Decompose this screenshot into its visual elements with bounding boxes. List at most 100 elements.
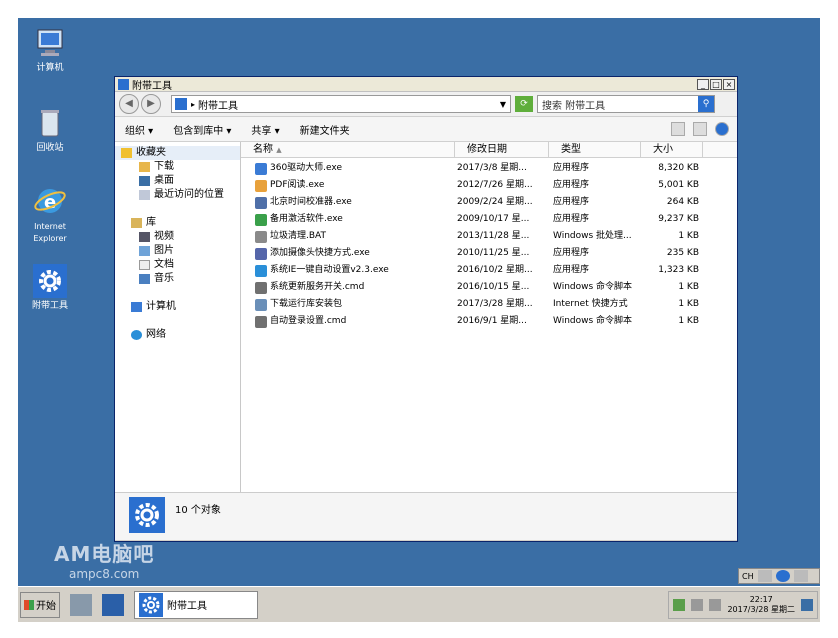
file-size-cell: 264 KB <box>666 197 699 207</box>
address-bar-row: ◀ ▶ ▸ 附带工具 ▼ ⟳ 搜索 附带工具 ⚲ <box>115 92 737 117</box>
back-button[interactable]: ◀ <box>119 94 139 114</box>
include-in-library-menu[interactable]: 包含到库中 ▾ <box>173 122 231 137</box>
file-icon <box>255 264 267 277</box>
maximize-button[interactable]: □ <box>710 78 722 90</box>
table-row[interactable]: 北京时间校准器.exe 2009/2/24 星期... 应用程序 264 KB <box>241 194 737 211</box>
security-icon[interactable] <box>673 598 686 611</box>
file-type-cell: 应用程序 <box>553 214 590 224</box>
table-row[interactable]: 添加摄像头快捷方式.exe 2010/11/25 星... 应用程序 235 KB <box>241 245 737 262</box>
nav-computer[interactable]: 计算机 <box>115 300 240 314</box>
table-row[interactable]: PDF阅读.exe 2012/7/26 星期... 应用程序 5,001 KB <box>241 177 737 194</box>
desktop-folder-icon <box>139 176 150 186</box>
preview-pane-icon[interactable] <box>693 122 707 136</box>
file-size-cell: 8,320 KB <box>658 163 699 173</box>
file-date-cell: 2013/11/28 星... <box>457 231 530 241</box>
start-button[interactable]: 开始 <box>20 591 60 618</box>
new-folder-button[interactable]: 新建文件夹 <box>300 122 350 137</box>
minimize-button[interactable]: _ <box>697 78 709 90</box>
address-bar[interactable]: ▸ 附带工具 ▼ <box>171 95 511 113</box>
video-icon <box>139 232 150 242</box>
table-row[interactable]: 系统IE一键自动设置v2.3.exe 2016/10/2 星期... 应用程序 1,3… <box>241 262 737 279</box>
file-name-cell: 下载运行库安装包 <box>241 296 455 313</box>
file-name-cell: 垃圾清理.BAT <box>241 228 455 245</box>
organize-menu[interactable]: 组织 ▾ <box>125 122 153 137</box>
watermark: AM电脑吧 ampc8.com <box>54 538 154 581</box>
column-size[interactable]: 大小 <box>641 142 703 157</box>
system-tray: 22:17 2017/3/28 星期二 <box>668 590 818 619</box>
column-name[interactable]: 名称 ▲ <box>241 142 455 157</box>
share-menu[interactable]: 共享 ▾ <box>251 122 279 137</box>
file-date-cell: 2009/10/17 星... <box>457 214 530 224</box>
table-row[interactable]: 备用激活软件.exe 2009/10/17 星... 应用程序 9,237 KB <box>241 211 737 228</box>
title-bar[interactable]: 附带工具 _ □ × <box>115 77 737 92</box>
help-icon[interactable] <box>775 570 790 582</box>
chevron-down-icon[interactable]: ▼ <box>500 100 506 109</box>
file-type-cell: 应用程序 <box>553 248 590 258</box>
file-type-cell: Windows 命令脚本 <box>553 282 633 292</box>
file-date-cell: 2016/10/15 星... <box>457 282 530 292</box>
file-icon <box>255 162 267 175</box>
file-date-cell: 2017/3/28 星期... <box>457 299 533 309</box>
desktop-icon-tools[interactable]: 附带工具 <box>18 264 82 312</box>
column-type[interactable]: 类型 <box>549 142 641 157</box>
nav-music[interactable]: 音乐 <box>115 272 240 286</box>
file-type-cell: 应用程序 <box>553 197 590 207</box>
volume-icon[interactable] <box>709 598 722 611</box>
file-list: 名称 ▲ 修改日期 类型 大小 360驱动大师.exe 2017/3/8 星期..… <box>241 142 737 492</box>
forward-button[interactable]: ▶ <box>141 94 161 114</box>
taskbar-item-label: 附带工具 <box>167 601 207 612</box>
nav-pictures[interactable]: 图片 <box>115 244 240 258</box>
table-row[interactable]: 360驱动大师.exe 2017/3/8 星期... 应用程序 8,320 KB <box>241 160 737 177</box>
nav-library[interactable]: 库 <box>115 216 240 230</box>
desktop-icon-computer[interactable]: 计算机 <box>18 26 82 74</box>
folder-gear-icon <box>175 98 187 110</box>
help-icon[interactable] <box>715 122 729 136</box>
options-icon[interactable] <box>793 570 808 582</box>
table-row[interactable]: 系统更新服务开关.cmd 2016/10/15 星... Windows 命令脚本 1… <box>241 279 737 296</box>
nav-favorites[interactable]: 收藏夹 <box>115 146 240 160</box>
file-size-cell: 9,237 KB <box>658 214 699 224</box>
search-icon[interactable]: ⚲ <box>698 96 714 112</box>
keyboard-icon[interactable] <box>757 570 772 582</box>
refresh-button[interactable]: ⟳ <box>515 96 533 112</box>
file-icon <box>255 247 267 260</box>
computer-icon <box>131 302 142 312</box>
windows-logo-icon <box>24 599 34 610</box>
nav-recent[interactable]: 最近访问的位置 <box>115 188 240 202</box>
documents-icon <box>139 260 150 270</box>
nav-downloads[interactable]: 下载 <box>115 160 240 174</box>
column-header: 名称 ▲ 修改日期 类型 大小 <box>241 142 737 158</box>
file-icon <box>255 315 267 328</box>
nav-desktop[interactable]: 桌面 <box>115 174 240 188</box>
recent-places-icon <box>139 190 150 200</box>
network-icon[interactable] <box>691 598 704 611</box>
close-button[interactable]: × <box>723 78 735 90</box>
file-type-cell: 应用程序 <box>553 265 590 275</box>
view-options-icon[interactable] <box>671 122 685 136</box>
language-bar[interactable]: CH <box>738 568 820 584</box>
recycle-bin-icon <box>33 106 67 140</box>
desktop-icon-ie[interactable]: e Internet Explorer <box>18 184 82 245</box>
search-input[interactable]: 搜索 附带工具 ⚲ <box>537 95 715 113</box>
file-size-cell: 5,001 KB <box>658 180 699 190</box>
file-size-cell: 1 KB <box>678 299 699 309</box>
desktop-icon-recycle-bin[interactable]: 回收站 <box>18 106 82 154</box>
taskbar-item-tools[interactable]: 附带工具 <box>134 590 258 619</box>
nav-videos[interactable]: 视频 <box>115 230 240 244</box>
column-date[interactable]: 修改日期 <box>455 142 549 157</box>
table-row[interactable]: 下载运行库安装包 2017/3/28 星期... Internet 快捷方式 1 KB <box>241 296 737 313</box>
nav-documents[interactable]: 文档 <box>115 258 240 272</box>
clock[interactable]: 22:17 2017/3/28 星期二 <box>727 595 795 615</box>
server-manager-icon[interactable] <box>70 593 92 616</box>
show-desktop-icon[interactable] <box>801 598 813 611</box>
nav-network[interactable]: 网络 <box>115 328 240 342</box>
file-type-cell: Windows 命令脚本 <box>553 316 633 326</box>
file-name-cell: PDF阅读.exe <box>241 177 455 194</box>
content-area: 收藏夹 下载 桌面 最近访问的位置 库 视频 图片 文档 音乐 计算机 网络 名… <box>115 142 737 492</box>
file-date-cell: 2009/2/24 星期... <box>457 197 533 207</box>
table-row[interactable]: 垃圾清理.BAT 2013/11/28 星... Windows 批处理... 1 K… <box>241 228 737 245</box>
language-indicator[interactable]: CH <box>742 572 754 581</box>
table-row[interactable]: 自动登录设置.cmd 2016/9/1 星期... Windows 命令脚本 1 KB <box>241 313 737 330</box>
desktop-icon-label: 附带工具 <box>31 301 68 311</box>
powershell-icon[interactable] <box>102 593 124 616</box>
